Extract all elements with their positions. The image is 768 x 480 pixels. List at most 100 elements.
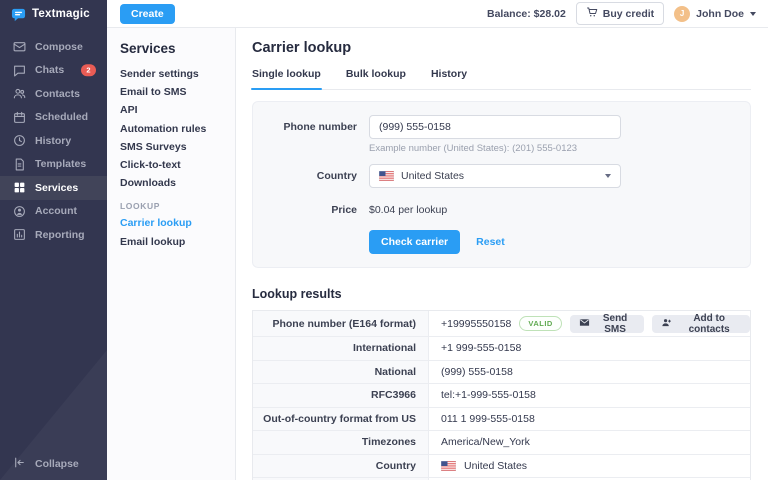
reporting-icon [13, 228, 26, 241]
contacts-icon [13, 87, 26, 100]
avatar: J [674, 6, 690, 22]
result-value-text: +19995550158 [441, 318, 511, 330]
chat-icon [13, 64, 26, 77]
user-name: John Doe [696, 8, 744, 20]
chevron-down-icon [605, 174, 611, 178]
buy-credit-button[interactable]: Buy credit [576, 2, 664, 25]
sidebar-item-label: Contacts [35, 88, 80, 100]
user-menu[interactable]: J John Doe [674, 6, 756, 22]
sidebar-item-label: Scheduled [35, 111, 88, 123]
cart-icon-slot [586, 6, 598, 21]
subnav-item-automation-rules[interactable]: Automation rules [120, 120, 227, 138]
unread-count-badge: 2 [81, 65, 96, 77]
lookup-results-table: Phone number (E164 format)+19995550158VA… [252, 310, 751, 480]
result-row-out-of-country-format-from-us: Out-of-country format from US011 1 999-5… [253, 408, 750, 432]
balance-text: Balance: $28.02 [487, 8, 566, 20]
tab-bar: Single lookup Bulk lookup History [252, 68, 751, 90]
subnav-item-sender-settings[interactable]: Sender settings [120, 65, 227, 83]
subnav-item-carrier-lookup[interactable]: Carrier lookup [120, 214, 227, 232]
sidebar-item-label: Chats [35, 64, 64, 76]
account-icon [13, 205, 26, 218]
tab-history[interactable]: History [431, 68, 467, 89]
result-row-timezones: Timezones America/New_York [253, 431, 750, 455]
result-row-rfc3966: RFC3966 tel:+1-999-555-0158 [253, 384, 750, 408]
result-row-value: United States [429, 455, 750, 478]
create-button[interactable]: Create [120, 4, 175, 24]
services-subnav: Services Sender settingsEmail to SMSAPIA… [107, 28, 236, 480]
app-window: Textmagic Compose Chats 2Contacts Scheduled… [0, 0, 768, 480]
page-title: Carrier lookup [252, 40, 751, 56]
sidebar-item-label: History [35, 135, 71, 147]
country-label: Country [253, 170, 357, 182]
us-flag-icon [441, 461, 456, 471]
result-row-value: tel:+1-999-555-0158 [429, 384, 750, 407]
sidebar-item-chats[interactable]: Chats 2 [0, 59, 107, 83]
subnav-item-click-to-text[interactable]: Click-to-text [120, 156, 227, 174]
check-carrier-button[interactable]: Check carrier [369, 230, 460, 254]
country-selected-value: United States [401, 170, 464, 182]
chevron-down-icon [750, 12, 756, 16]
result-value-text: tel:+1-999-555-0158 [441, 389, 536, 401]
result-row-value: 011 1 999-555-0158 [429, 408, 750, 431]
add-to-contacts-button-label: Add to contacts [677, 313, 741, 335]
sidebar-item-services[interactable]: Services [0, 176, 107, 200]
sidebar-item-contacts[interactable]: Contacts [0, 82, 107, 106]
country-select[interactable]: United States [369, 164, 621, 188]
collapse-button[interactable]: Collapse [13, 456, 79, 472]
primary-sidebar: Textmagic Compose Chats 2Contacts Scheduled… [0, 0, 107, 480]
subnav-items: Sender settingsEmail to SMSAPIAutomation… [120, 65, 227, 192]
services-icon [13, 181, 26, 194]
buy-credit-label: Buy credit [603, 8, 654, 20]
history-icon [13, 134, 26, 147]
result-value-text: America/New_York [441, 436, 530, 448]
result-row-label: RFC3966 [253, 384, 429, 407]
tab-single-lookup[interactable]: Single lookup [252, 68, 321, 89]
result-row-phone-number-e164-format: Phone number (E164 format)+19995550158VA… [253, 311, 750, 337]
add-to-contacts-button[interactable]: Add to contacts [652, 315, 750, 333]
sidebar-item-account[interactable]: Account [0, 200, 107, 224]
compose-icon [13, 40, 26, 53]
reset-button[interactable]: Reset [476, 236, 505, 248]
subnav-item-email-lookup[interactable]: Email lookup [120, 233, 227, 251]
result-row-value: (999) 555-0158 [429, 361, 750, 384]
subnav-item-downloads[interactable]: Downloads [120, 174, 227, 192]
lookup-section-label: LOOKUP [120, 201, 227, 211]
result-value-text: (999) 555-0158 [441, 366, 513, 378]
tab-bulk-lookup[interactable]: Bulk lookup [346, 68, 406, 89]
person-plus-icon [661, 317, 672, 331]
result-row-value: +1 999-555-0158 [429, 337, 750, 360]
lookup-results-title: Lookup results [252, 287, 751, 301]
brand-logo[interactable]: Textmagic [0, 0, 107, 28]
subnav-item-email-to-sms[interactable]: Email to SMS [120, 83, 227, 101]
subnav-item-sms-surveys[interactable]: SMS Surveys [120, 138, 227, 156]
sidebar-item-compose[interactable]: Compose [0, 35, 107, 59]
calendar-icon [13, 111, 26, 124]
result-value-text: 011 1 999-555-0158 [441, 413, 535, 425]
collapse-label: Collapse [35, 458, 79, 470]
phone-number-label: Phone number [253, 121, 357, 133]
us-flag-icon [379, 171, 394, 181]
result-row-label: National [253, 361, 429, 384]
collapse-icon [13, 460, 26, 472]
send-sms-button[interactable]: Send SMS [570, 315, 644, 333]
textmagic-logo-icon [11, 7, 26, 22]
result-row-label: Phone number (E164 format) [253, 311, 429, 336]
sidebar-item-history[interactable]: History [0, 129, 107, 153]
sidebar-item-templates[interactable]: Templates [0, 153, 107, 177]
result-row-international: International+1 999-555-0158 [253, 337, 750, 361]
main-content: Carrier lookup Single lookup Bulk lookup H… [236, 28, 768, 480]
subnav-item-api[interactable]: API [120, 101, 227, 119]
phone-number-input[interactable] [369, 115, 621, 139]
send-sms-button-label: Send SMS [595, 313, 635, 335]
sidebar-item-label: Compose [35, 41, 83, 53]
sidebar-nav: Compose Chats 2Contacts Scheduled History Tem… [0, 35, 107, 247]
phone-example-hint: Example number (United States): (201) 55… [369, 143, 750, 154]
sidebar-item-scheduled[interactable]: Scheduled [0, 106, 107, 130]
sidebar-item-label: Reporting [35, 229, 85, 241]
sidebar-item-reporting[interactable]: Reporting [0, 223, 107, 247]
result-value-text: United States [464, 460, 527, 472]
result-row-national: National (999) 555-0158 [253, 361, 750, 385]
top-header: Create Balance: $28.02 Buy credit J John… [107, 0, 768, 28]
subnav-lookup-items: Carrier lookupEmail lookup [120, 214, 227, 250]
result-row-label: Timezones [253, 431, 429, 454]
